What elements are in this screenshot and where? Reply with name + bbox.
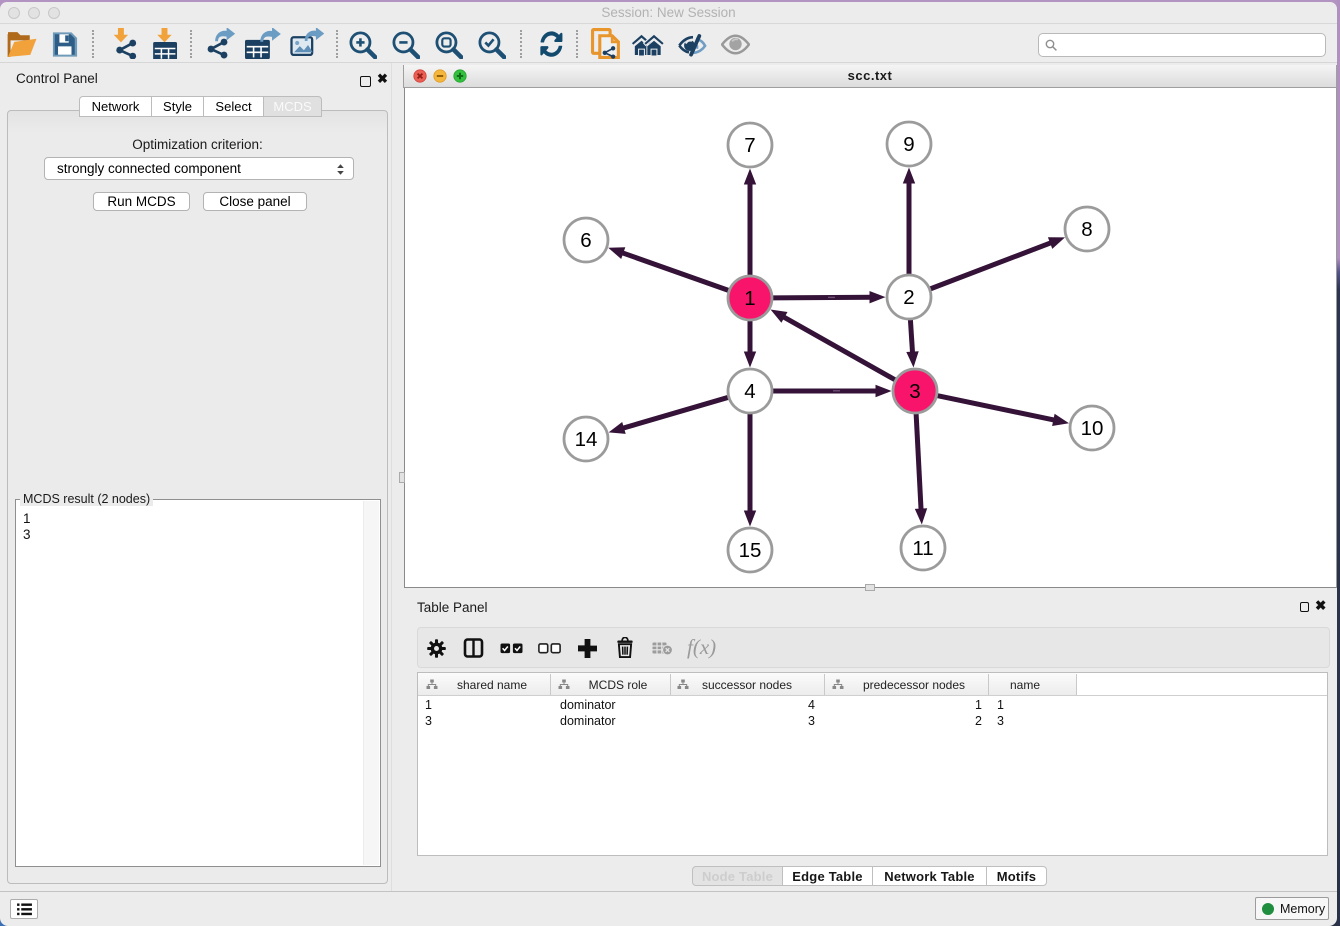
svg-text:9: 9 — [903, 133, 914, 156]
svg-text:7: 7 — [744, 134, 755, 157]
svg-text:10: 10 — [1081, 417, 1104, 440]
svg-text:3: 3 — [909, 380, 920, 403]
svg-text:11: 11 — [912, 537, 933, 560]
svg-text:4: 4 — [744, 380, 755, 403]
svg-text:8: 8 — [1081, 218, 1092, 241]
svg-text:6: 6 — [580, 229, 591, 252]
svg-text:14: 14 — [575, 428, 598, 451]
svg-text:1: 1 — [744, 287, 755, 310]
svg-text:15: 15 — [739, 539, 762, 562]
svg-text:2: 2 — [903, 286, 914, 309]
